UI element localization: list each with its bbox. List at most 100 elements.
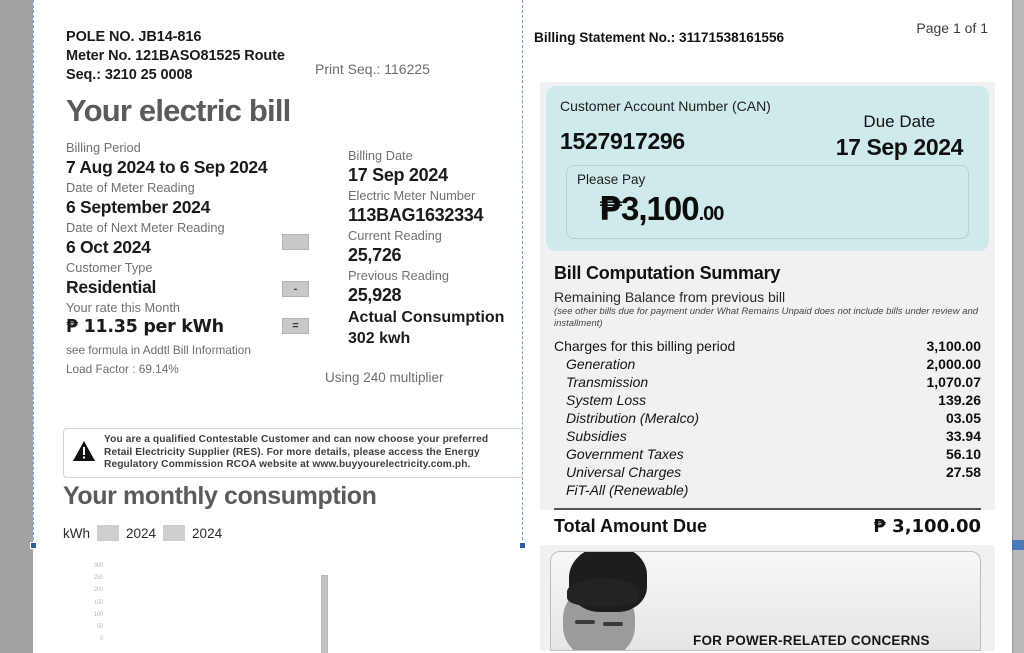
- chart-y-tick: 50: [96, 623, 103, 630]
- please-pay-cents: .00: [698, 203, 725, 225]
- monthly-consumption-chart: 300 250 200 150 100 50 0: [63, 556, 493, 653]
- rate-formula-note: see formula in Addtl Bill Information: [66, 343, 251, 357]
- chart-bar: [321, 575, 328, 653]
- due-date-value: 17 Sep 2024: [835, 134, 964, 160]
- charge-line-label: Transmission: [566, 374, 649, 390]
- charge-line-item: Subsidies 33.94: [554, 428, 981, 444]
- charge-line-label: FiT-All (Renewable): [566, 482, 689, 498]
- customer-type-value: Residential: [66, 277, 157, 297]
- power-concerns-card: FOR POWER-RELATED CONCERNS: [550, 551, 981, 651]
- page-title: Your electric bill: [66, 93, 291, 128]
- chart-y-axis: 300 250 200 150 100 50 0: [73, 560, 103, 645]
- charge-line-item: Distribution (Meralco) 03.05: [554, 410, 981, 426]
- bill-details-right-column: Billing Date 17 Sep 2024 Electric Meter …: [348, 139, 538, 349]
- legend-label-1: 2024: [126, 525, 157, 541]
- contestable-customer-notice: You are a qualified Contestable Customer…: [63, 428, 523, 478]
- total-amount-due-row: Total Amount Due ₱ 3,100.00: [540, 510, 995, 545]
- chart-y-tick: 150: [93, 599, 103, 606]
- vertical-scrollbar[interactable]: [1012, 0, 1024, 653]
- billing-date-label: Billing Date: [348, 148, 413, 163]
- please-pay-box: Please Pay ₱3,100.00: [566, 165, 969, 239]
- please-pay-label: Please Pay: [577, 172, 646, 187]
- charge-line-item: Universal Charges 27.58: [554, 464, 981, 480]
- sequence-number: Seq.: 3210 25 0008: [66, 67, 193, 83]
- person-fringe: [567, 578, 639, 606]
- power-concerns-text: FOR POWER-RELATED CONCERNS: [693, 633, 930, 648]
- billing-period-label: Billing Period: [66, 140, 141, 155]
- bill-details-columns: Billing Period 7 Aug 2024 to 6 Sep 2024 …: [66, 139, 526, 377]
- operator-box-minus: -: [282, 281, 309, 297]
- current-reading-label: Current Reading: [348, 228, 442, 243]
- actual-consumption-label: Actual Consumption: [348, 309, 505, 326]
- legend-label-2: 2024: [192, 525, 223, 541]
- remaining-balance-label: Remaining Balance from previous bill: [554, 289, 786, 305]
- legend-swatch-1: [97, 525, 119, 541]
- chart-y-tick: 0: [99, 636, 103, 643]
- previous-reading-value: 25,928: [348, 285, 402, 305]
- next-meter-reading-label: Date of Next Meter Reading: [66, 220, 225, 235]
- charges-amount: 3,100.00: [926, 338, 982, 354]
- previous-reading-label: Previous Reading: [348, 268, 450, 283]
- contestable-customer-text: You are a qualified Contestable Customer…: [104, 434, 489, 471]
- selection-edge-left[interactable]: [33, 0, 34, 545]
- bill-left-pane: POLE NO. JB14-816 Meter No. 121BASO81525…: [33, 0, 523, 653]
- bill-right-pane: Billing Statement No.: 31171538161556 Pa…: [522, 0, 1012, 653]
- charge-line-amount: 1,070.07: [926, 374, 982, 390]
- pole-number: POLE NO. JB14-816: [66, 29, 202, 45]
- summary-panel: Customer Account Number (CAN) 1527917296…: [540, 82, 995, 651]
- rate-label: Your rate this Month: [66, 300, 181, 315]
- total-amount-due-value: ₱ 3,100.00: [873, 516, 981, 537]
- remaining-balance-note: (see other bills due for payment under W…: [554, 306, 979, 329]
- due-date-label: Due Date: [863, 112, 936, 131]
- charge-line-amount: 27.58: [945, 464, 981, 480]
- person-brow-right: [603, 622, 623, 626]
- charge-line-label: System Loss: [566, 392, 647, 408]
- charge-line-item: Government Taxes 56.10: [554, 446, 981, 462]
- peso-sign-icon: ₱: [599, 189, 622, 228]
- actual-consumption-value: 302 kwh: [348, 330, 411, 347]
- chart-y-tick: 250: [93, 575, 103, 582]
- please-pay-whole: 3,100: [620, 190, 700, 227]
- charge-line-label: Subsidies: [566, 428, 627, 444]
- consumption-section-title: Your monthly consumption: [63, 482, 377, 510]
- selection-handle-left[interactable]: [30, 542, 37, 549]
- charge-line-item: FiT-All (Renewable): [554, 482, 981, 498]
- summary-title: Bill Computation Summary: [554, 263, 781, 283]
- charge-line-label: Generation: [566, 356, 636, 372]
- selection-handle-middle[interactable]: [519, 542, 526, 549]
- chart-y-tick: 300: [93, 563, 103, 569]
- chart-legend: kWh 2024 2024: [63, 525, 222, 541]
- scrollbar-thumb[interactable]: [1012, 540, 1024, 550]
- due-date-block: Due Date 17 Sep 2024: [835, 112, 964, 161]
- multiplier-note: Using 240 multiplier: [325, 370, 444, 385]
- customer-type-label: Customer Type: [66, 260, 153, 275]
- charge-line-amount: 56.10: [945, 446, 981, 462]
- operator-box-equals: =: [282, 318, 309, 334]
- legend-swatch-2: [163, 525, 186, 541]
- selection-edge-middle[interactable]: [522, 0, 523, 545]
- please-pay-amount: ₱3,100.00: [577, 189, 958, 228]
- charge-line-label: Universal Charges: [566, 464, 682, 480]
- warning-icon: [64, 440, 104, 467]
- charges-row: Charges for this billing period 3,100.00: [554, 338, 981, 354]
- charge-line-label: Government Taxes: [566, 446, 684, 462]
- page-indicator: Page 1 of 1: [916, 20, 988, 36]
- operator-box-blank: [282, 234, 309, 250]
- rate-value: ₱ 11.35 per kWh: [66, 317, 224, 337]
- billing-statement-number: Billing Statement No.: 31171538161556: [534, 30, 785, 45]
- charge-line-label: Distribution (Meralco): [566, 410, 700, 426]
- charge-line-amount: 33.94: [945, 428, 981, 444]
- meter-reading-date-value: 6 September 2024: [66, 197, 211, 217]
- load-factor: Load Factor : 69.14%: [66, 362, 179, 376]
- customer-account-box: Customer Account Number (CAN) 1527917296…: [546, 86, 989, 251]
- print-sequence: Print Seq.: 116225: [315, 61, 430, 77]
- electric-meter-number-label: Electric Meter Number: [348, 188, 476, 203]
- charges-label: Charges for this billing period: [554, 338, 736, 354]
- charge-line-items: Generation 2,000.00 Transmission 1,070.07 Sy…: [554, 356, 981, 498]
- person-brow-left: [575, 620, 595, 624]
- charge-line-amount: 139.26: [938, 392, 981, 408]
- chart-y-tick: 200: [93, 587, 103, 594]
- billing-period-value: 7 Aug 2024 to 6 Sep 2024: [66, 157, 268, 177]
- electric-meter-number-value: 113BAG1632334: [348, 205, 484, 225]
- billing-date-value: 17 Sep 2024: [348, 165, 448, 185]
